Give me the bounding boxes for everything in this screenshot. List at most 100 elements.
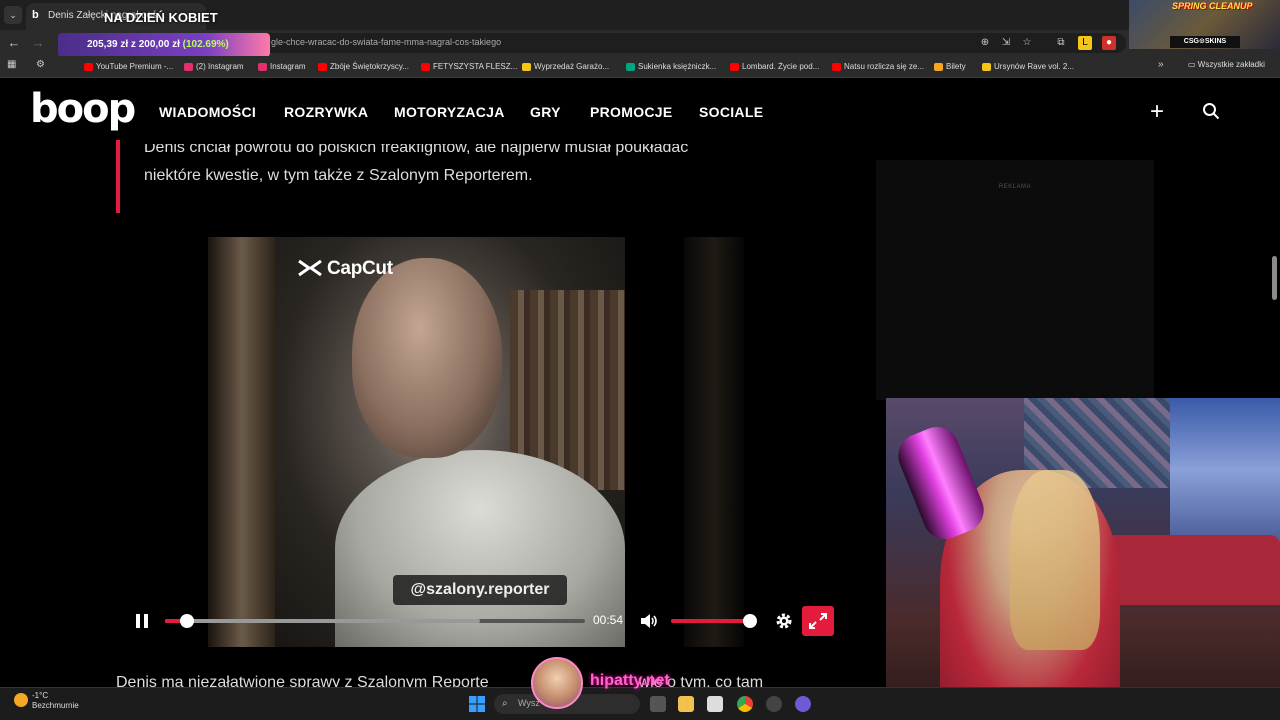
spring-cleanup-text: SPRING CLEANUP (1172, 1, 1253, 11)
nav-item-motoryzacja[interactable]: MOTORYZACJA (394, 104, 505, 120)
bookmark-label: Bilety (946, 62, 966, 71)
chrome-icon[interactable] (737, 696, 753, 712)
progress-buffered (165, 619, 480, 623)
boop-favicon-icon: b (32, 9, 39, 21)
bookmarks-overflow-icon[interactable]: » (1158, 59, 1164, 70)
task-view-icon[interactable] (650, 696, 666, 712)
extension-l-icon[interactable]: L (1078, 36, 1092, 50)
bookmark-favicon-icon (934, 63, 943, 71)
video-blur-right (684, 237, 744, 647)
bookmark-label: Instagram (270, 62, 306, 71)
video-person-body (335, 450, 625, 647)
bookmark-label: FETYSZYSTA FLESZ... (433, 62, 518, 71)
quote-line-2: niektóre kwestie, w tym także z Szalonym… (144, 167, 533, 184)
bookmark-favicon-icon (258, 63, 267, 71)
all-bookmarks-label: Wszystkie zakładki (1197, 60, 1265, 69)
pause-icon[interactable] (133, 612, 151, 630)
bookmark-item[interactable]: YouTube Premium -... (84, 60, 173, 74)
bookmark-item[interactable]: Natsu rozlicza się ze... (832, 60, 924, 74)
ad-slot[interactable] (876, 160, 1154, 400)
bookmark-favicon-icon (626, 63, 635, 71)
gear-icon[interactable] (774, 611, 794, 631)
search-icon[interactable] (1202, 102, 1220, 120)
article-quote: Denis chciał powrotu do polskich freakfi… (144, 134, 794, 190)
page-settings-icon[interactable]: ⚙ (36, 59, 48, 71)
sponsor-logo: CSG⊙SKINS (1170, 36, 1240, 48)
video-person-face (352, 258, 502, 458)
bookmark-item[interactable]: Bilety (934, 60, 966, 74)
bookmark-item[interactable]: FETYSZYSTA FLESZ... (421, 60, 517, 74)
install-app-icon[interactable]: ⇲ (999, 36, 1013, 50)
bookmark-favicon-icon (522, 63, 531, 71)
store-icon[interactable] (707, 696, 723, 712)
capcut-text: CapCut (327, 258, 393, 279)
tab-list-button[interactable]: ⌄ (4, 6, 22, 24)
weather-sun-icon (14, 693, 28, 707)
taskbar-search-icon: ⌕ (502, 698, 508, 709)
bookmark-item[interactable]: Sukienka księżniczk... (626, 60, 716, 74)
progress-handle[interactable] (179, 614, 194, 628)
bookmark-favicon-icon (184, 63, 193, 71)
bookmark-label: (2) Instagram (196, 62, 244, 71)
stream-top-banner: NA DZIEŃ KOBIET (104, 10, 218, 25)
nav-item-rozrywka[interactable]: ROZRYWKA (284, 104, 368, 120)
forward-icon[interactable]: → (30, 35, 46, 51)
zoom-icon[interactable]: ⊕ (978, 36, 992, 50)
bookmark-label: Lombard. Życie pod... (742, 62, 820, 71)
bookmark-item[interactable]: Ursynów Rave vol. 2... (982, 60, 1074, 74)
bookmark-favicon-icon (730, 63, 739, 71)
capcut-watermark: CapCut (297, 258, 393, 280)
video-blur-left (208, 237, 276, 647)
bookmark-favicon-icon (318, 63, 327, 71)
windows-start-icon[interactable] (469, 696, 485, 712)
extension-red-icon[interactable]: ● (1102, 36, 1116, 50)
bookmark-label: Ursynów Rave vol. 2... (994, 62, 1075, 71)
bookmark-favicon-icon (84, 63, 93, 71)
nav-item-gry[interactable]: GRY (530, 104, 561, 120)
bookmark-favicon-icon (421, 63, 430, 71)
video-progress-bar[interactable] (165, 614, 585, 628)
webcam-streamer-hair (1010, 470, 1100, 650)
donation-amount: 205,39 zł z 200,00 zł (87, 39, 180, 50)
video-handle-caption: @szalony.reporter (393, 575, 567, 605)
apps-grid-icon[interactable]: ▦ (7, 59, 19, 71)
weather-widget[interactable]: -1°C Bezchmurnie (12, 691, 79, 711)
bookmark-label: Zbóje Świętokrzyscy... (330, 62, 409, 71)
nav-item-sociale[interactable]: SOCIALE (699, 104, 763, 120)
weather-temp: -1°C (32, 691, 49, 700)
bookmark-item[interactable]: Lombard. Życie pod... (730, 60, 819, 74)
bookmark-label: YouTube Premium -... (96, 62, 174, 71)
video-time: 00:54 (593, 613, 624, 627)
volume-icon[interactable] (639, 611, 659, 631)
nav-item-wiadomosci[interactable]: WIADOMOŚCI (159, 104, 256, 120)
bookmark-star-icon[interactable]: ☆ (1020, 36, 1034, 50)
assistant-icon[interactable] (795, 696, 811, 712)
quote-accent-bar (116, 140, 120, 213)
app-icon[interactable] (766, 696, 782, 712)
ad-label: REKLAMA (998, 184, 1032, 190)
file-explorer-icon[interactable] (678, 696, 694, 712)
donation-goal-overlay: 205,39 zł z 200,00 zł (102.69%) (58, 33, 270, 57)
bookmark-item[interactable]: Zbóje Świętokrzyscy... (318, 60, 409, 74)
chat-username: hipatty.net (590, 672, 670, 689)
bookmark-item[interactable]: (2) Instagram (184, 60, 244, 74)
all-bookmarks-folder[interactable]: ▭ Wszystkie zakładki (1188, 60, 1265, 69)
bookmark-item[interactable]: Wyprzedaż Garażo... (522, 60, 609, 74)
url-text: gle-chce-wracac-do-swiata-fame-mma-nagra… (271, 37, 502, 47)
extension-icon[interactable]: ⧉ (1054, 36, 1068, 50)
fullscreen-icon (809, 613, 827, 629)
donation-percent: (102.69%) (182, 39, 229, 50)
plus-icon[interactable]: + (1150, 98, 1164, 126)
nav-item-promocje[interactable]: PROMOCJE (590, 104, 673, 120)
capcut-logo-icon (298, 259, 322, 277)
bookmark-label: Sukienka księżniczk... (638, 62, 717, 71)
bookmark-item[interactable]: Instagram (258, 60, 306, 74)
bookmark-favicon-icon (982, 63, 991, 71)
bookmark-favicon-icon (832, 63, 841, 71)
page-scrollbar[interactable] (1272, 256, 1277, 300)
back-icon[interactable]: ← (6, 35, 22, 51)
volume-slider[interactable] (671, 614, 757, 628)
site-logo[interactable]: boop (30, 86, 136, 132)
fullscreen-button[interactable] (802, 606, 834, 636)
volume-handle[interactable] (743, 614, 757, 628)
